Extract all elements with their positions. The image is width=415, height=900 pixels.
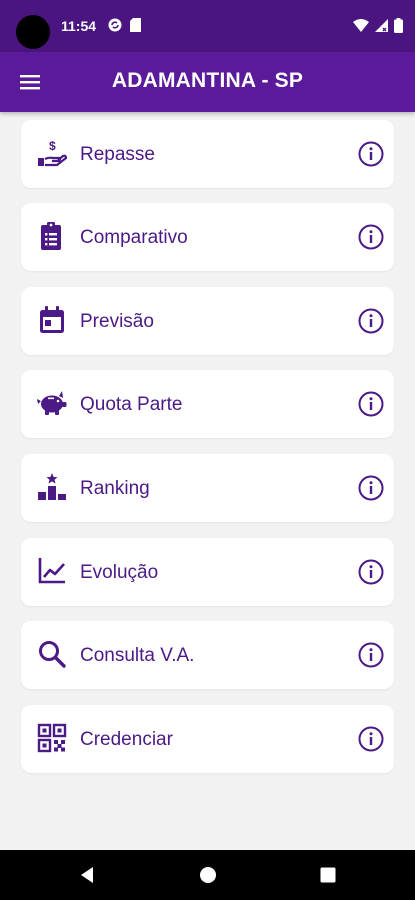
menu-item-label: Credenciar: [80, 729, 173, 750]
wifi-icon: [353, 19, 369, 32]
info-icon[interactable]: [358, 391, 384, 417]
status-bar: 11:54: [0, 0, 415, 52]
info-icon[interactable]: [358, 141, 384, 167]
clipboard-list-icon: [41, 222, 61, 250]
info-icon[interactable]: [358, 642, 384, 668]
status-time: 11:54: [61, 18, 97, 34]
system-nav-bar: [0, 850, 415, 900]
menu-item-credenciar[interactable]: Credenciar: [21, 705, 394, 773]
menu-item-repasse[interactable]: $ Repasse: [21, 120, 394, 188]
front-camera: [16, 15, 50, 49]
menu-item-label: Quota Parte: [80, 394, 183, 415]
app-bar: ADAMANTINA - SP: [0, 52, 415, 112]
menu-item-label: Previsão: [80, 311, 154, 332]
svg-text:$: $: [49, 139, 56, 153]
line-chart-icon: [38, 558, 65, 584]
menu-item-evolucao[interactable]: Evolução: [21, 538, 394, 606]
sim-card-icon: [130, 18, 141, 32]
menu-item-quota-parte[interactable]: Quota Parte: [21, 370, 394, 438]
calendar-icon: [40, 306, 64, 333]
info-icon[interactable]: [358, 726, 384, 752]
signal-icon: [375, 19, 388, 32]
info-icon[interactable]: [358, 559, 384, 585]
search-icon: [39, 641, 66, 668]
piggy-bank-icon: [37, 391, 67, 415]
menu-item-ranking[interactable]: Ranking: [21, 454, 394, 522]
recents-icon[interactable]: [319, 866, 337, 884]
sync-icon: [108, 18, 122, 32]
menu-item-label: Ranking: [80, 478, 150, 499]
menu-item-previsao[interactable]: Previsão: [21, 287, 394, 355]
menu-item-comparativo[interactable]: Comparativo: [21, 203, 394, 271]
page-title: ADAMANTINA - SP: [111, 69, 304, 92]
menu-item-label: Repasse: [80, 144, 155, 165]
hand-coin-icon: $: [38, 139, 67, 167]
home-icon[interactable]: [199, 866, 217, 884]
info-icon[interactable]: [358, 475, 384, 501]
menu-item-label: Comparativo: [80, 227, 188, 248]
back-icon[interactable]: [78, 866, 96, 884]
menu-item-label: Evolução: [80, 562, 159, 583]
podium-icon: [38, 473, 66, 500]
battery-icon: [394, 18, 403, 33]
menu-item-label: Consulta V.A.: [80, 645, 195, 666]
info-icon[interactable]: [358, 308, 384, 334]
qr-code-icon: [37, 723, 67, 753]
menu-item-consulta-va[interactable]: Consulta V.A.: [21, 621, 394, 689]
hamburger-menu-icon[interactable]: [18, 71, 42, 93]
info-icon[interactable]: [358, 224, 384, 250]
